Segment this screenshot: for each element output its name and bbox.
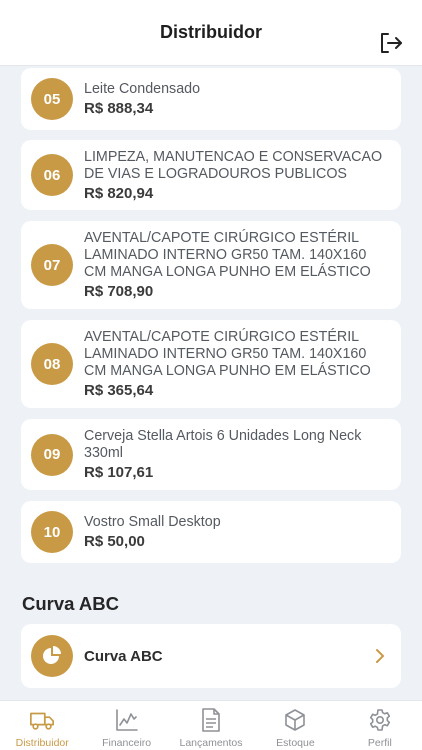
list-item[interactable]: 07 AVENTAL/CAPOTE CIRÚRGICO ESTÉRIL LAMI… [21,221,401,309]
product-price: R$ 365,64 [84,382,154,399]
rank-badge: 09 [31,433,73,476]
list-item[interactable]: 09 Cerveja Stella Artois 6 Unidades Long… [21,419,401,490]
tab-perfil[interactable]: Perfil [338,701,422,750]
list-item[interactable]: 10 Vostro Small Desktop R$ 50,00 [21,501,401,563]
tab-label: Lançamentos [179,737,243,749]
tab-label: Financeiro [102,737,152,749]
app-header: Distribuidor [0,0,422,66]
product-name: Leite Condensado [84,81,201,97]
product-name: Vostro Small Desktop [84,514,221,530]
rank-badge: 07 [31,244,73,286]
document-icon [198,707,224,733]
truck-icon [29,707,55,733]
product-name: LIMPEZA, MANUTENCAO E CONSERVACAO DE VIA… [84,148,383,182]
product-name: AVENTAL/CAPOTE CIRÚRGICO ESTÉRIL LAMINAD… [84,230,371,280]
rank-badge: 08 [31,343,73,385]
product-name: AVENTAL/CAPOTE CIRÚRGICO ESTÉRIL LAMINAD… [84,329,371,379]
pie-chart-icon [31,635,73,677]
chevron-right-icon [373,646,387,666]
chart-line-icon [114,707,140,733]
product-price: R$ 888,34 [84,100,154,117]
gear-icon [367,707,393,733]
section-title-curva-abc: Curva ABC [22,593,119,614]
list-item[interactable]: 06 LIMPEZA, MANUTENCAO E CONSERVACAO DE … [21,140,401,210]
rank-badge: 05 [31,78,73,120]
tab-label: Perfil [367,737,392,749]
product-price: R$ 820,94 [84,184,154,202]
product-name: Cerveja Stella Artois 6 Unidades Long Ne… [84,428,362,461]
product-list[interactable]: 05 Leite Condensado R$ 888,34 06 LIMPEZA… [0,66,422,700]
logout-icon[interactable] [378,31,404,55]
product-price: R$ 107,61 [84,464,154,481]
product-price: R$ 708,90 [84,283,154,300]
tab-label: Distribuidor [15,737,69,749]
tab-distribuidor[interactable]: Distribuidor [0,701,84,750]
box-icon [282,707,308,733]
product-price: R$ 50,00 [84,533,145,550]
tab-lancamentos[interactable]: Lançamentos [169,701,253,750]
tab-label: Estoque [276,737,315,749]
curva-abc-button[interactable]: Curva ABC [21,624,401,688]
curva-abc-label: Curva ABC [84,647,163,665]
list-item[interactable]: 08 AVENTAL/CAPOTE CIRÚRGICO ESTÉRIL LAMI… [21,320,401,408]
page-title: Distribuidor [160,22,262,42]
tab-bar: Distribuidor Financeiro Lançamentos Esto… [0,700,422,750]
rank-badge: 10 [31,511,73,553]
tab-financeiro[interactable]: Financeiro [84,701,168,750]
rank-badge: 06 [31,154,73,196]
list-item[interactable]: 05 Leite Condensado R$ 888,34 [21,68,401,130]
tab-estoque[interactable]: Estoque [253,701,337,750]
